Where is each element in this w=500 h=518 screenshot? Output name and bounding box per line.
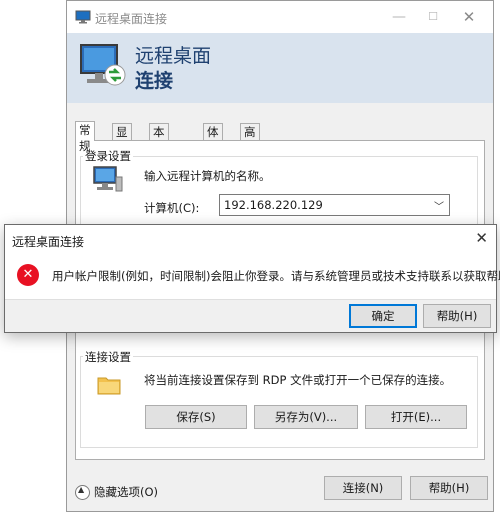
chevron-down-icon[interactable]: ﹀ — [434, 198, 444, 213]
connection-hint: 将当前连接设置保存到 RDP 文件或打开一个已保存的连接。 — [144, 373, 452, 387]
dialog-footer: 确定 帮助(H) — [5, 299, 496, 332]
close-button[interactable]: ✕ — [453, 7, 485, 27]
computer-icon — [93, 166, 123, 192]
connection-settings-group — [80, 356, 478, 448]
connection-settings-label: 连接设置 — [83, 349, 133, 365]
app-icon — [75, 10, 91, 24]
chevron-up-icon: ▲ — [75, 485, 90, 500]
tab-experience[interactable]: 体验 — [203, 123, 223, 155]
error-message: 用户帐户限制(例如，时间限制)会阻止你登录。请与系统管理员或技术支持联系以获取帮… — [52, 269, 500, 283]
login-settings-group — [80, 156, 478, 228]
open-button[interactable]: 打开(E)... — [365, 405, 467, 429]
remote-desktop-icon — [80, 44, 126, 86]
banner: 远程桌面 连接 — [67, 33, 493, 103]
folder-icon — [97, 377, 121, 395]
computer-value: 192.168.220.129 — [224, 198, 323, 212]
minimize-button[interactable]: — — [383, 7, 415, 27]
dialog-help-button[interactable]: 帮助(H) — [423, 304, 491, 328]
tab-general[interactable]: 常规 — [75, 121, 95, 153]
save-button[interactable]: 保存(S) — [145, 405, 247, 429]
banner-subtitle: 连接 — [135, 70, 174, 92]
window-title: 远程桌面连接 — [95, 12, 168, 26]
banner-title: 远程桌面 — [135, 45, 212, 67]
dialog-close-icon[interactable]: ✕ — [475, 229, 488, 247]
title-bar: 远程桌面连接 — ☐ ✕ — [67, 1, 493, 33]
error-icon: ✕ — [17, 264, 39, 286]
dialog-title: 远程桌面连接 — [12, 235, 85, 249]
computer-label: 计算机(C): — [144, 201, 200, 215]
computer-combobox[interactable]: 192.168.220.129 ﹀ — [219, 194, 450, 216]
maximize-button[interactable]: ☐ — [417, 7, 449, 27]
ok-button[interactable]: 确定 — [349, 304, 417, 328]
tab-display[interactable]: 显示 — [112, 123, 132, 155]
tab-local-resources[interactable]: 本地资源 — [149, 123, 169, 187]
login-hint: 输入远程计算机的名称。 — [144, 169, 271, 183]
tab-advanced[interactable]: 高级 — [240, 123, 260, 155]
save-as-button[interactable]: 另存为(V)... — [254, 405, 358, 429]
help-button[interactable]: 帮助(H) — [410, 476, 488, 500]
hide-options-toggle[interactable]: ▲ 隐藏选项(O) — [75, 484, 158, 500]
error-dialog: 远程桌面连接 ✕ ✕ 用户帐户限制(例如，时间限制)会阻止你登录。请与系统管理员… — [4, 224, 500, 333]
connect-button[interactable]: 连接(N) — [324, 476, 402, 500]
hide-options-label: 隐藏选项(O) — [94, 485, 159, 499]
